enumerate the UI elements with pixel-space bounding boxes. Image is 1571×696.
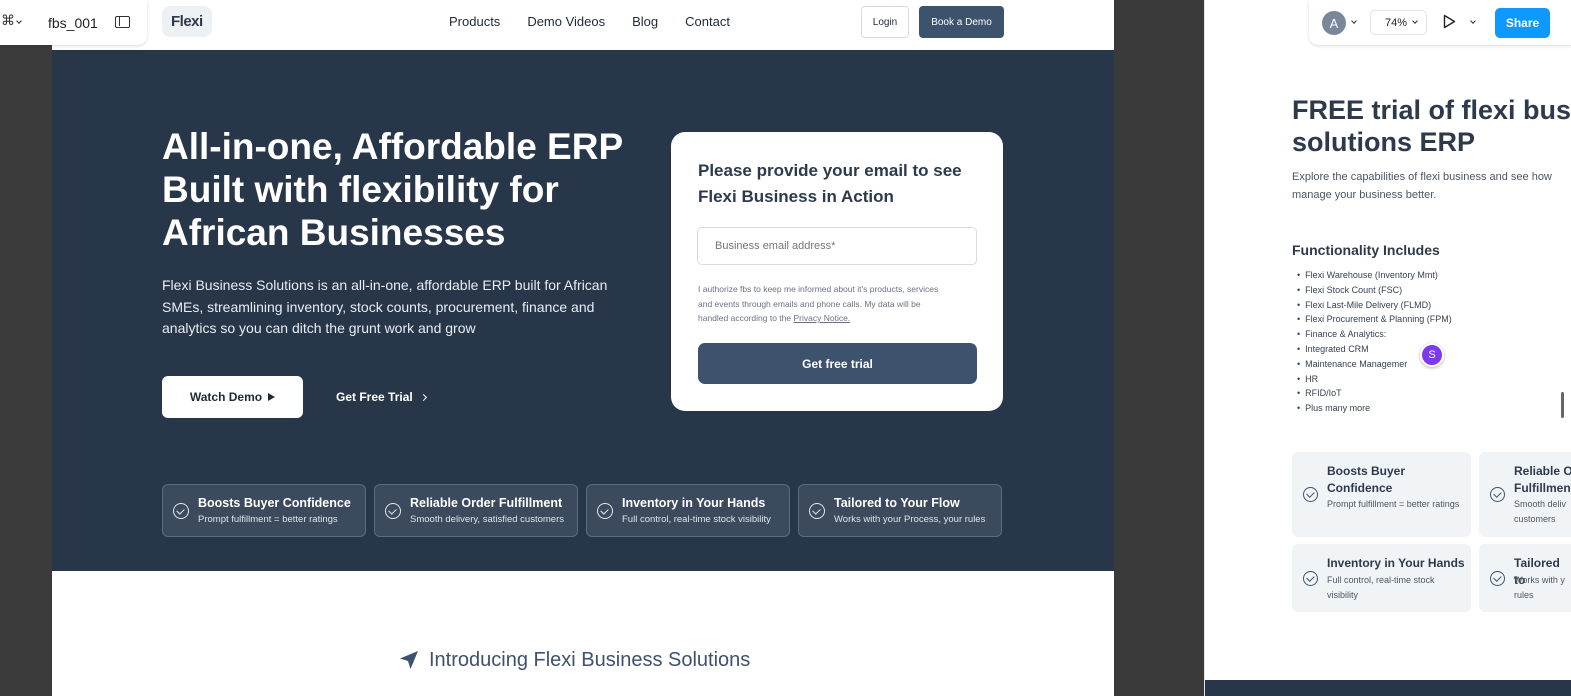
check-circle-icon: [385, 503, 401, 519]
collaborator-avatar[interactable]: S: [1420, 343, 1444, 367]
chevron-down-icon: [1412, 18, 1418, 24]
list-item: Plus many more: [1297, 401, 1452, 416]
canvas-right: FREE trial of flexi busin solutions ERP …: [1204, 0, 1571, 696]
hero-title: All-in-one, Affordable ERP Built with fl…: [162, 126, 623, 253]
canvas-left: Flexi Products Demo Videos Blog Contact …: [0, 0, 1114, 696]
feature-card: Inventory in Your Hands Full control, re…: [586, 484, 790, 537]
hero-section: All-in-one, Affordable ERP Built with fl…: [52, 50, 1114, 571]
scrollbar[interactable]: [1561, 392, 1564, 418]
intro-heading: Introducing Flexi Business Solutions: [397, 648, 750, 672]
feature-card: Tailored to Your Flow Works with your Pr…: [798, 484, 1002, 537]
chevron-down-icon[interactable]: [1470, 18, 1476, 24]
chevron-right-icon: [419, 393, 427, 401]
list-item: HR: [1297, 372, 1452, 387]
feature-title: Boosts Buyer Confidence: [198, 496, 351, 510]
feature-title: Reliable Order Fulfillment: [410, 496, 563, 510]
list-item: Flexi Warehouse (Inventory Mmt): [1297, 268, 1452, 283]
trial-form-card: Please provide your email to see Flexi B…: [671, 132, 1003, 411]
user-avatar[interactable]: A: [1322, 11, 1346, 35]
nav-demo-videos[interactable]: Demo Videos: [527, 14, 605, 29]
trial-title-line1: FREE trial of flexi busin: [1292, 95, 1571, 125]
present-play-icon[interactable]: [1443, 14, 1456, 29]
feature-desc: Works with your Process, your rules: [834, 514, 986, 525]
figma-share-toolbar: A 74% Share: [1309, 0, 1571, 45]
feature-card: Inventory in Your Hands Full control, re…: [1292, 544, 1471, 612]
get-free-trial-label: Get Free Trial: [336, 390, 413, 404]
feature-title: Boosts Buyer Confidence: [1327, 464, 1406, 495]
list-item: Flexi Last-Mile Delivery (FLMD): [1297, 298, 1452, 313]
feature-desc: Smooth delivery, satisfied customers: [410, 514, 564, 525]
trial-page-title: FREE trial of flexi busin solutions ERP: [1292, 94, 1571, 158]
privacy-notice-link[interactable]: Privacy Notice.: [793, 313, 850, 323]
list-item: RFID/IoT: [1297, 386, 1452, 401]
play-icon: [268, 393, 276, 401]
file-name[interactable]: fbs_001: [48, 15, 98, 31]
feature-desc: Full control, real-time stock visibility: [622, 514, 771, 525]
nav-blog[interactable]: Blog: [632, 14, 658, 29]
nav-contact[interactable]: Contact: [685, 14, 730, 29]
functionality-list: Flexi Warehouse (Inventory Mmt) Flexi St…: [1297, 268, 1452, 416]
check-circle-icon: [1303, 487, 1318, 502]
feature-card: Boosts Buyer Confidence Prompt fulfillme…: [162, 484, 366, 537]
figma-file-toolbar: ⌘ fbs_001: [0, 0, 147, 45]
intro-title: Introducing Flexi Business Solutions: [429, 648, 751, 671]
site-logo[interactable]: Flexi: [162, 6, 212, 37]
site-navbar: Flexi Products Demo Videos Blog Contact …: [52, 0, 1114, 50]
list-item: Finance & Analytics:: [1297, 327, 1452, 342]
list-item: Flexi Stock Count (FSC): [1297, 283, 1452, 298]
nav-products[interactable]: Products: [449, 14, 500, 29]
nav-links: Products Demo Videos Blog Contact: [449, 14, 757, 29]
sidebar-toggle-icon[interactable]: [115, 16, 130, 28]
share-button[interactable]: Share: [1495, 8, 1550, 38]
check-circle-icon: [1490, 571, 1505, 586]
get-free-trial-link[interactable]: Get Free Trial: [336, 390, 427, 404]
check-circle-icon: [809, 503, 825, 519]
login-button[interactable]: Login: [861, 6, 909, 38]
list-item: Flexi Procurement & Planning (FPM): [1297, 312, 1452, 327]
check-circle-icon: [597, 503, 613, 519]
feature-title: Inventory in Your Hands: [622, 496, 766, 510]
check-circle-icon: [173, 503, 189, 519]
feature-desc: Full control, real-time stock visibility: [1327, 575, 1435, 600]
email-field[interactable]: [697, 227, 977, 265]
feature-desc: Works with y rules: [1514, 575, 1565, 600]
feature-card: Boosts Buyer Confidence Prompt fulfillme…: [1292, 452, 1471, 537]
chevron-down-icon[interactable]: [16, 18, 22, 24]
functionality-heading: Functionality Includes: [1292, 242, 1440, 258]
feature-card: Reliable O Fulfillment Smooth deliv cust…: [1479, 452, 1571, 537]
chevron-down-icon[interactable]: [1351, 18, 1357, 24]
zoom-dropdown[interactable]: 74%: [1370, 10, 1427, 35]
book-demo-button[interactable]: Book a Demo: [919, 6, 1004, 38]
watch-demo-button[interactable]: Watch Demo: [162, 376, 303, 418]
watch-demo-label: Watch Demo: [189, 390, 263, 404]
consent-text: I authorize fbs to keep me informed abou…: [698, 282, 953, 326]
feature-title: Tailored to Your Flow: [834, 496, 960, 510]
feature-desc: Prompt fulfillment = better ratings: [198, 514, 338, 525]
feature-desc: Prompt fulfillment = better ratings: [1327, 499, 1460, 509]
zoom-value: 74%: [1385, 16, 1408, 29]
figma-menu-icon[interactable]: ⌘: [1, 12, 15, 29]
trial-title-line2: solutions ERP: [1292, 127, 1476, 157]
get-free-trial-button[interactable]: Get free trial: [698, 343, 977, 384]
website-frame: Flexi Products Demo Videos Blog Contact …: [52, 0, 1114, 696]
check-circle-icon: [1490, 487, 1505, 502]
trial-subtitle: Explore the capabilities of flexi busine…: [1292, 171, 1552, 201]
form-title: Please provide your email to see Flexi B…: [698, 161, 962, 206]
feature-card: Reliable Order Fulfillment Smooth delive…: [374, 484, 578, 537]
navigation-arrow-icon: [400, 651, 418, 669]
next-section-preview: [1205, 680, 1571, 696]
feature-card: Tailored to Works with y rules: [1479, 544, 1571, 612]
feature-desc: Smooth deliv customers: [1514, 499, 1567, 524]
feature-title: Inventory in Your Hands: [1327, 556, 1465, 570]
hero-description: Flexi Business Solutions is an all-in-on…: [162, 277, 608, 336]
check-circle-icon: [1303, 571, 1318, 586]
feature-row: Boosts Buyer Confidence Prompt fulfillme…: [162, 484, 1002, 537]
feature-title: Reliable O Fulfillment: [1514, 464, 1571, 495]
